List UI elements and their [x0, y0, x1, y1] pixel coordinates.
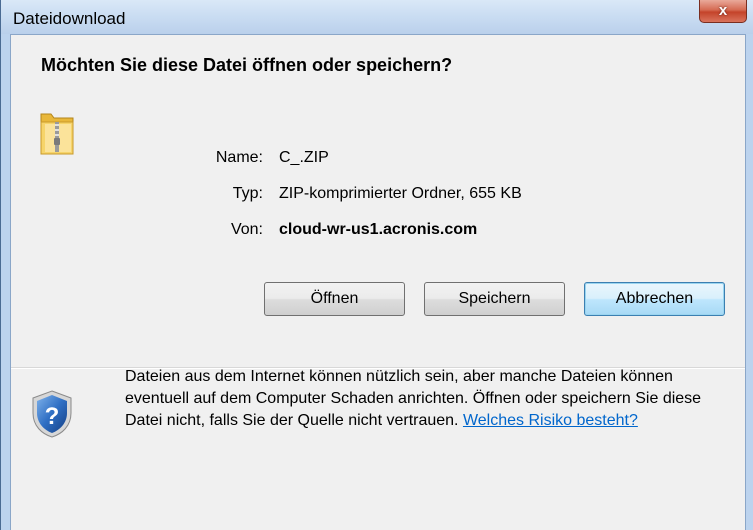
window-title: Dateidownload [13, 9, 126, 28]
cancel-button[interactable]: Abbrechen [584, 282, 725, 316]
file-source: cloud-wr-us1.acronis.com [279, 221, 478, 238]
close-button[interactable]: x [699, 0, 747, 23]
dialog-question: Möchten Sie diese Datei öffnen oder spei… [41, 55, 453, 75]
name-label: Name: [215, 149, 263, 166]
file-type: ZIP-komprimierter Ordner, 655 KB [279, 185, 522, 202]
from-label: Von: [230, 221, 263, 238]
download-dialog-window: Dateidownload x Möchten Sie diese Datei … [0, 0, 753, 530]
shield-question-icon: ? [32, 390, 72, 438]
title-bar[interactable]: Dateidownload x [1, 0, 753, 34]
file-name: C_.ZIP [279, 149, 329, 166]
open-button[interactable]: Öffnen [264, 282, 405, 316]
type-label: Typ: [232, 185, 263, 202]
close-icon: x [718, 2, 728, 19]
security-info: Dateien aus dem Internet können nützlich… [125, 366, 725, 432]
risk-info-link[interactable]: Welches Risiko besteht? [463, 412, 638, 429]
svg-text:?: ? [45, 403, 60, 430]
dialog-body: Möchten Sie diese Datei öffnen oder spei… [10, 34, 746, 530]
save-button[interactable]: Speichern [424, 282, 565, 316]
